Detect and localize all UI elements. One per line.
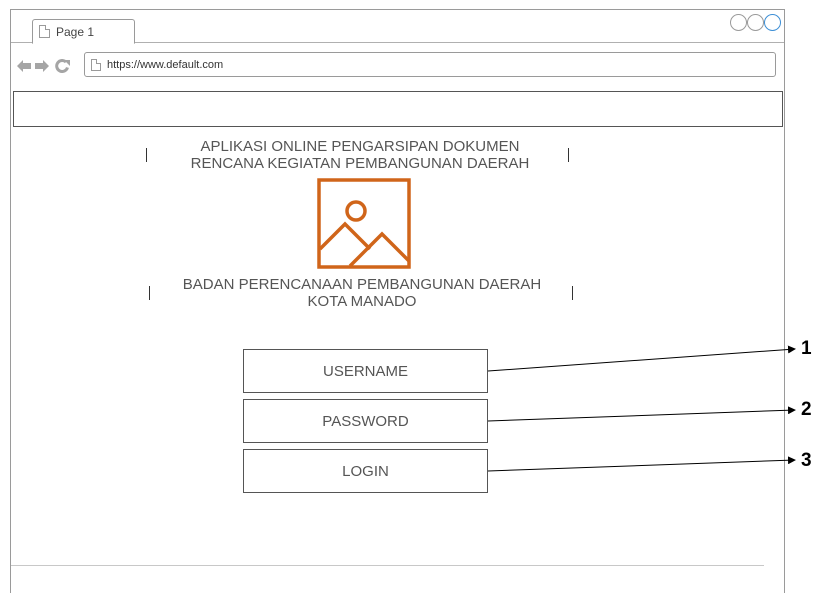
callout-arrow-3 [487, 456, 796, 472]
callout-arrows [487, 345, 796, 472]
callout-number-1: 1 [801, 338, 812, 359]
callout-arrow-2 [487, 406, 796, 422]
callout-number-2: 2 [801, 399, 812, 420]
callout-number-3: 3 [801, 450, 812, 471]
footer-divider [11, 565, 764, 566]
callout-arrow-1 [487, 345, 796, 372]
